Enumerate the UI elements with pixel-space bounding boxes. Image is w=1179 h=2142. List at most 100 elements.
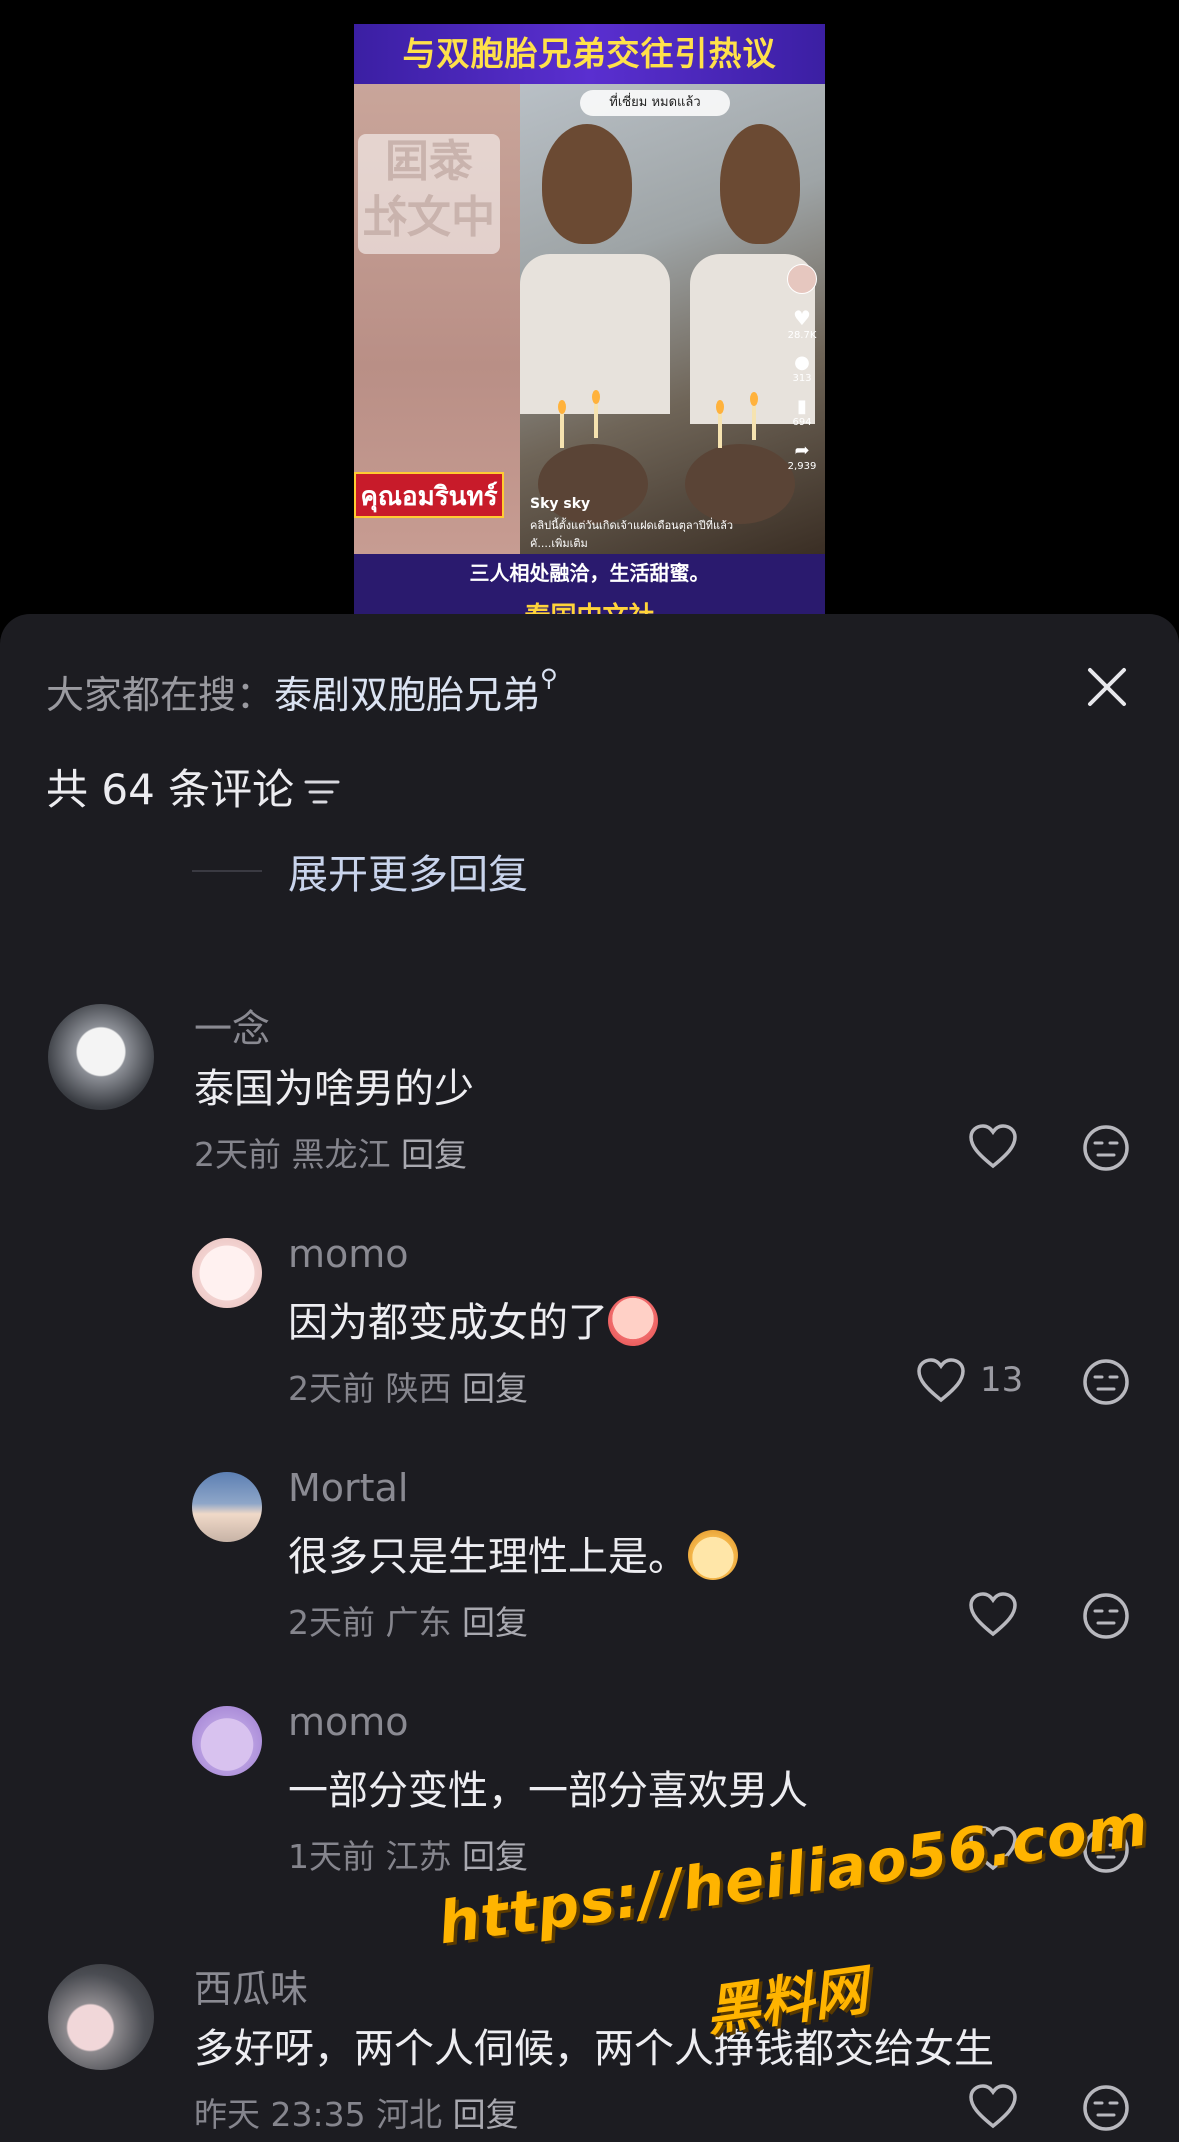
comment-time: 2天前 [288, 1603, 375, 1642]
reply-button[interactable]: 回复 [462, 1369, 528, 1408]
avatar[interactable] [192, 1706, 262, 1776]
comment-time: 昨天 23:35 [194, 2095, 366, 2134]
comment-meta: 1天前 江苏 回复 [288, 1830, 528, 1878]
like-button[interactable] [916, 1358, 966, 1408]
sort-icon[interactable] [304, 768, 340, 817]
cake-left [538, 444, 648, 524]
video-title: 与双胞胎兄弟交往引热议 [354, 24, 825, 84]
video-source-tag: 泰国中文社 [354, 596, 825, 616]
tiktok-pill: ที่เซี่ยม หมดแล้ว [580, 90, 730, 116]
person-left-head [542, 124, 632, 244]
candle [594, 404, 598, 438]
heart-icon: ♥ [793, 306, 811, 330]
share-action[interactable]: ➦ 2,939 [787, 440, 817, 472]
person-right-head [720, 124, 800, 244]
comment-meta: 2天前 黑龙江 回复 [194, 1128, 467, 1176]
comment-time: 2天前 [288, 1369, 375, 1408]
flame [750, 392, 758, 406]
comment-text: 多好呀，两个人伺候，两个人挣钱都交给女生 [194, 2026, 994, 2072]
share-count: 2,939 [787, 461, 817, 472]
comment-location: 黑龙江 [291, 1135, 391, 1174]
video-banner: คุณอมรินทร์ [354, 472, 504, 518]
trending-search[interactable]: 大家都在搜：泰剧双胞胎兄弟⚲ [46, 664, 558, 719]
close-icon [1088, 668, 1126, 706]
comment-author[interactable]: momo [288, 1700, 409, 1744]
heart-icon [969, 1592, 1017, 1637]
reply-button[interactable]: 回复 [453, 2095, 519, 2134]
emoji-react-button[interactable] [1082, 1358, 1130, 1410]
comment-meta: 昨天 23:35 河北 回复 [194, 2088, 519, 2136]
comment-author[interactable]: momo [288, 1232, 409, 1276]
flame [592, 390, 600, 404]
emoji-react-button[interactable] [1082, 2084, 1130, 2136]
video-left-panel: 泰国 中文社 คุณอมรินทร์ [354, 84, 520, 554]
avatar[interactable] [48, 1964, 154, 2070]
smirk-emoji-icon [688, 1530, 738, 1580]
comment-time: 1天前 [288, 1837, 375, 1876]
comment-author[interactable]: Mortal [288, 1466, 408, 1510]
comment-text: 因为都变成女的了 [288, 1290, 658, 1350]
save-count: 694 [792, 417, 812, 428]
comment-text: 一部分变性，一部分喜欢男人 [288, 1768, 808, 1814]
emoji-react-button[interactable] [1082, 1124, 1130, 1176]
emoji-face-icon [1083, 1125, 1129, 1171]
flame [558, 400, 566, 414]
comment-author[interactable]: 西瓜味 [194, 1958, 308, 2013]
cake-right [685, 444, 795, 524]
comment-action[interactable]: ● 313 [787, 352, 817, 384]
save-action[interactable]: ▮ 694 [787, 396, 817, 428]
comment-bubble-icon: ● [794, 352, 810, 373]
heart-icon [969, 1124, 1017, 1169]
heart-icon [917, 1358, 965, 1403]
bookmark-icon: ▮ [797, 396, 807, 417]
video-player[interactable]: 与双胞胎兄弟交往引热议 泰国 中文社 คุณอมรินทร์ ที่เซี่ยม… [354, 24, 825, 616]
comment-count: 313 [792, 373, 812, 384]
candle [718, 414, 722, 448]
emoji-face-icon [1083, 1359, 1129, 1405]
channel-logo: 泰国 中文社 [358, 134, 500, 254]
heart-icon [969, 2084, 1017, 2129]
search-keyword[interactable]: 泰剧双胞胎兄弟 [274, 673, 540, 717]
like-button[interactable] [968, 1592, 1018, 1642]
search-icon: ⚲ [540, 664, 558, 692]
comment-text-content: 很多只是生理性上是。 [288, 1534, 688, 1580]
emoji-face-icon [1083, 1593, 1129, 1639]
comment-total: 共 64 条评论 [46, 765, 295, 814]
candle [560, 414, 564, 448]
reply-button[interactable]: 回复 [462, 1603, 528, 1642]
comment-location: 广东 [385, 1603, 452, 1642]
comment-location: 陕西 [385, 1369, 452, 1408]
avatar[interactable] [192, 1472, 262, 1542]
comment-author[interactable]: 一念 [194, 998, 270, 1053]
avatar[interactable] [192, 1238, 262, 1308]
like-button[interactable] [968, 1124, 1018, 1174]
comment-meta: 2天前 陕西 回复 [288, 1362, 528, 1410]
comment-text-content: 因为都变成女的了 [288, 1300, 608, 1346]
comment-text: 很多只是生理性上是。 [288, 1524, 738, 1584]
reply-button[interactable]: 回复 [462, 1837, 528, 1876]
share-arrow-icon: ➦ [794, 440, 810, 461]
comment-location: 江苏 [385, 1837, 452, 1876]
crying-emoji-icon [608, 1296, 658, 1346]
close-button[interactable] [1082, 662, 1132, 712]
creator-name: Sky sky [530, 496, 591, 512]
comment-location: 河北 [376, 2095, 443, 2134]
comment-time: 2天前 [194, 1135, 281, 1174]
creator-avatar-icon[interactable] [787, 264, 817, 294]
expand-replies-label: 展开更多回复 [288, 852, 528, 898]
search-prefix: 大家都在搜： [46, 673, 275, 717]
reply-button[interactable]: 回复 [401, 1135, 467, 1174]
expand-replies[interactable]: 展开更多回复 [192, 846, 528, 898]
like-count: 28.7K [787, 330, 817, 341]
like-action[interactable]: ♥ 28.7K [787, 306, 817, 341]
like-button[interactable] [968, 2084, 1018, 2134]
emoji-face-icon [1083, 2085, 1129, 2131]
emoji-react-button[interactable] [1082, 1592, 1130, 1644]
video-caption: คลิปนี้ตั้งแต่วันเกิดเจ้าแฝดเดือนตุลาปีท… [530, 519, 734, 550]
comment-text: 泰国为啥男的少 [194, 1066, 474, 1112]
comment-meta: 2天前 广东 回复 [288, 1596, 528, 1644]
flame [716, 400, 724, 414]
divider [192, 870, 262, 872]
comment-count-header: 共 64 条评论 [46, 756, 340, 817]
avatar[interactable] [48, 1004, 154, 1110]
